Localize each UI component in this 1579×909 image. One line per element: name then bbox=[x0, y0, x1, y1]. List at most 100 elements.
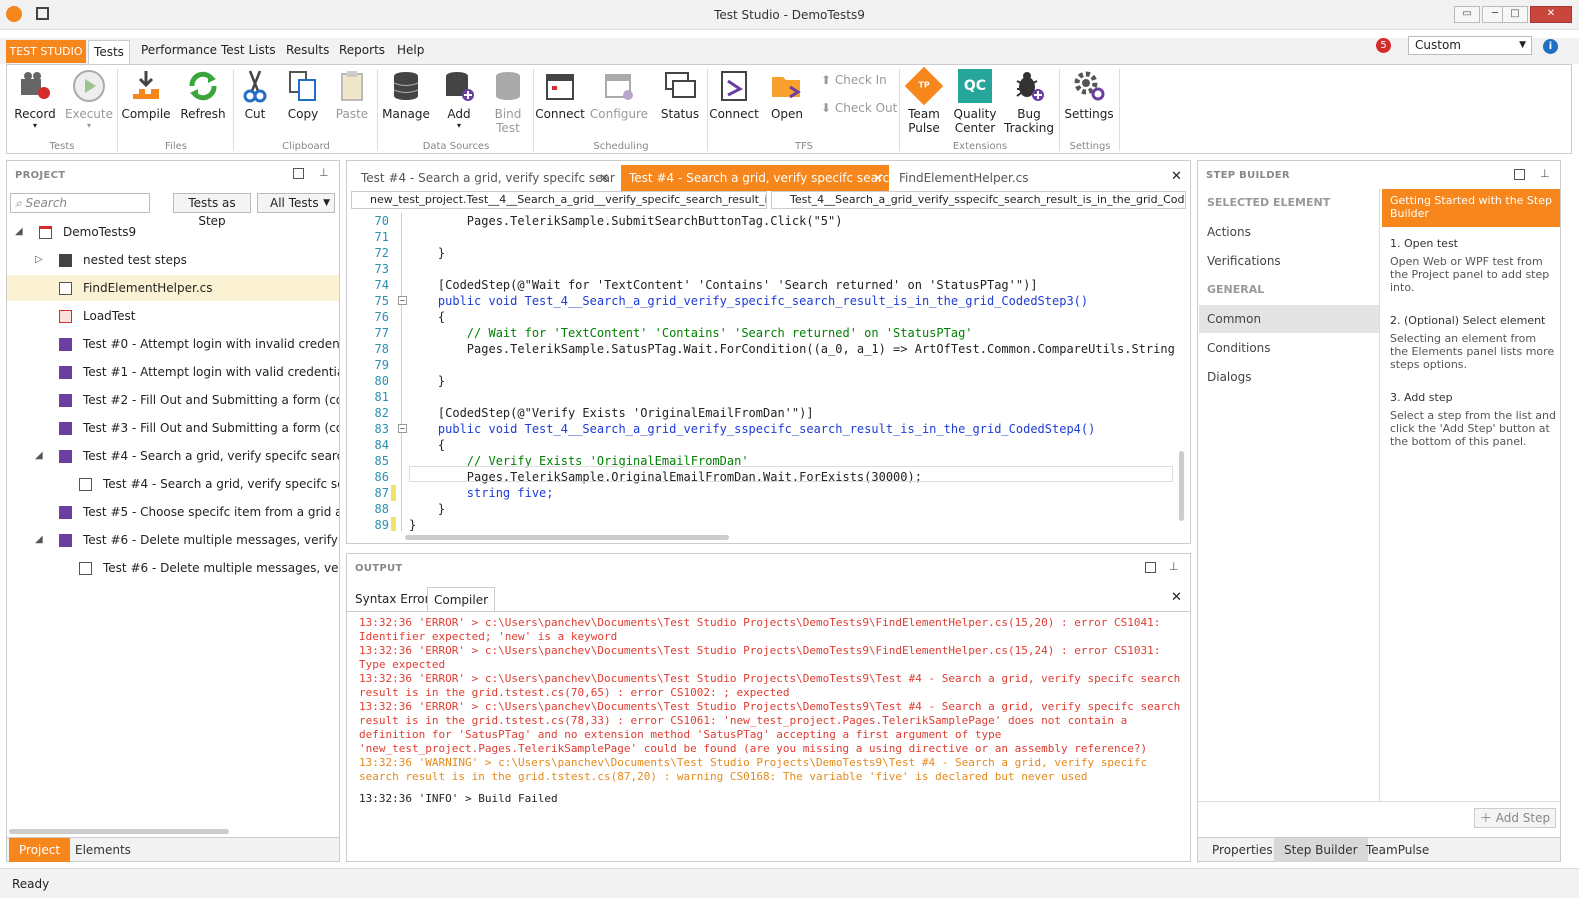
collapse-icon[interactable]: ◢ bbox=[15, 219, 23, 245]
code-area[interactable]: 70 Pages.TelerikSample.SubmitSearchButto… bbox=[347, 213, 1177, 531]
tab-compiler[interactable]: Compiler bbox=[427, 587, 496, 611]
status-button[interactable]: Status bbox=[655, 69, 705, 121]
code-line: 89} bbox=[347, 517, 1177, 531]
class-combo[interactable]: new_test_project.Test__4__Search_a_grid_… bbox=[351, 191, 767, 209]
expand-icon[interactable]: ▷ bbox=[35, 247, 43, 273]
pin-icon[interactable]: ⊥ bbox=[1169, 560, 1179, 573]
pin-icon[interactable]: ⊥ bbox=[319, 166, 329, 179]
tab-step-builder[interactable]: Step Builder bbox=[1274, 838, 1368, 862]
tab-help[interactable]: Help bbox=[397, 43, 424, 57]
search-input[interactable]: Search bbox=[26, 196, 68, 210]
tab-project[interactable]: Project bbox=[9, 838, 71, 862]
float-panel-icon[interactable] bbox=[1145, 562, 1156, 573]
tree-item-project-root[interactable]: ◢ DemoTests9 bbox=[7, 219, 339, 245]
copy-button[interactable]: Copy bbox=[279, 69, 327, 121]
tree-item-folder[interactable]: ▷ nested test steps bbox=[7, 247, 339, 273]
quality-center-button[interactable]: QC Quality Center bbox=[949, 69, 1001, 135]
test-filter-select[interactable]: All Tests ▼ bbox=[257, 193, 335, 213]
tfs-connect-button[interactable]: Connect bbox=[709, 69, 759, 121]
close-button[interactable]: ✕ bbox=[1530, 6, 1572, 23]
tab-test-lists[interactable]: Test Lists bbox=[221, 43, 276, 57]
manage-button[interactable]: Manage bbox=[379, 69, 433, 121]
tree-item-test[interactable]: Test #5 - Choose specifc item from a gri… bbox=[7, 499, 339, 525]
info-icon[interactable]: i bbox=[1543, 39, 1558, 54]
tab-performance[interactable]: Performance bbox=[141, 43, 217, 57]
tree-item-test[interactable]: Test #1 - Attempt login with valid crede… bbox=[7, 359, 339, 385]
tab-teampulse[interactable]: TeamPulse bbox=[1356, 838, 1439, 862]
close-all-icon[interactable]: ✕ bbox=[1171, 169, 1182, 184]
tree-item-test[interactable]: ◢ Test #6 - Delete multiple messages, ver… bbox=[7, 527, 339, 553]
doc-tab-test4-active[interactable]: Test #4 - Search a grid, verify specifc … bbox=[621, 165, 889, 191]
compile-button[interactable]: Compile bbox=[119, 69, 173, 121]
web-test-icon bbox=[59, 422, 72, 435]
record-button[interactable]: Record ▾ bbox=[9, 69, 61, 130]
line-number: 71 bbox=[374, 230, 389, 244]
tree-item-test[interactable]: ◢ Test #4 - Search a grid, verify specifc… bbox=[7, 443, 339, 469]
tree-item-code-file[interactable]: Test #6 - Delete multiple messages, veri… bbox=[7, 555, 339, 581]
tree-item-test[interactable]: Test #2 - Fill Out and Submitting a form… bbox=[7, 387, 339, 413]
category-verifications[interactable]: Verifications bbox=[1199, 247, 1379, 275]
notification-badge[interactable]: 5 bbox=[1376, 38, 1391, 53]
horizontal-scrollbar[interactable] bbox=[9, 829, 229, 834]
line-number: 83 bbox=[374, 422, 389, 436]
collapse-icon[interactable]: ◢ bbox=[35, 443, 43, 469]
category-conditions[interactable]: Conditions bbox=[1199, 334, 1379, 362]
tab-properties[interactable]: Properties bbox=[1202, 838, 1283, 862]
doc-tab-findelementhelper[interactable]: FindElementHelper.cs bbox=[891, 165, 1031, 191]
cut-button[interactable]: Cut bbox=[235, 69, 275, 121]
float-panel-icon[interactable] bbox=[293, 168, 304, 179]
check-out-button[interactable]: ⬇ Check Out bbox=[821, 101, 897, 115]
tree-item-file[interactable]: FindElementHelper.cs bbox=[7, 275, 339, 301]
tests-as-step-button[interactable]: Tests as Step bbox=[173, 193, 251, 228]
category-common[interactable]: Common bbox=[1199, 305, 1379, 333]
line-number: 77 bbox=[374, 326, 389, 340]
category-actions[interactable]: Actions bbox=[1199, 218, 1379, 246]
check-in-button[interactable]: ⬆ Check In bbox=[821, 73, 887, 87]
tfs-open-button[interactable]: Open bbox=[763, 69, 811, 121]
code-text: Pages.TelerikSample.SatusPTag.Wait.ForCo… bbox=[409, 342, 1175, 356]
bug-tracking-button[interactable]: Bug Tracking bbox=[1003, 69, 1055, 135]
refresh-button[interactable]: Refresh bbox=[175, 69, 231, 121]
doc-tab-test4-a[interactable]: Test #4 - Search a grid, verify specifc … bbox=[353, 165, 615, 191]
close-icon[interactable]: ✕ bbox=[599, 165, 609, 191]
code-text: { bbox=[409, 438, 446, 452]
tab-tests[interactable]: Tests bbox=[88, 40, 130, 64]
paste-button[interactable]: Paste bbox=[329, 69, 375, 121]
execute-button[interactable]: Execute ▾ bbox=[63, 69, 115, 130]
vertical-scrollbar[interactable] bbox=[1179, 451, 1184, 521]
tab-results[interactable]: Results bbox=[286, 43, 329, 57]
tree-item-test[interactable]: Test #0 - Attempt login with invalid cre… bbox=[7, 331, 339, 357]
collapse-icon[interactable]: − bbox=[398, 296, 407, 305]
collapse-icon[interactable]: ◢ bbox=[35, 527, 43, 553]
team-pulse-button[interactable]: TP Team Pulse bbox=[901, 66, 947, 135]
horizontal-scrollbar[interactable] bbox=[405, 535, 729, 540]
bind-test-button[interactable]: Bind Test bbox=[485, 69, 531, 135]
code-text: [CodedStep(@"Wait for 'TextContent' 'Con… bbox=[409, 278, 1038, 292]
project-search-box[interactable]: ⌕ Search bbox=[10, 193, 150, 213]
settings-button[interactable]: Settings bbox=[1061, 69, 1117, 121]
restore-layout-button[interactable]: ▭ bbox=[1454, 6, 1480, 23]
line-number: 75 bbox=[374, 294, 389, 308]
add-data-source-button[interactable]: Add ▾ bbox=[435, 69, 483, 130]
tab-elements[interactable]: Elements bbox=[65, 838, 141, 862]
close-icon[interactable]: ✕ bbox=[1171, 590, 1182, 605]
maximize-button[interactable]: □ bbox=[1502, 6, 1528, 23]
tree-item-test[interactable]: Test #3 - Fill Out and Submitting a form… bbox=[7, 415, 339, 441]
category-dialogs[interactable]: Dialogs bbox=[1199, 363, 1379, 391]
close-icon[interactable]: ✕ bbox=[873, 165, 883, 191]
group-extensions: Extensions bbox=[952, 141, 1008, 152]
pin-icon[interactable]: ⊥ bbox=[1540, 167, 1550, 180]
tree-item-code-file[interactable]: Test #4 - Search a grid, verify specifc … bbox=[7, 471, 339, 497]
configure-button[interactable]: Configure bbox=[587, 69, 651, 121]
scheduling-connect-button[interactable]: Connect bbox=[535, 69, 585, 121]
collapse-icon[interactable]: − bbox=[398, 424, 407, 433]
tree-item-loadtest[interactable]: LoadTest bbox=[7, 303, 339, 329]
member-combo[interactable]: Test_4__Search_a_grid_verify_sspecifc_se… bbox=[771, 191, 1186, 209]
calendar-icon bbox=[39, 226, 52, 239]
float-panel-icon[interactable] bbox=[1514, 169, 1525, 180]
app-menu-button[interactable]: TEST STUDIO bbox=[6, 40, 86, 63]
layout-select[interactable]: Custom ▼ bbox=[1408, 36, 1532, 55]
add-step-button[interactable]: ＋ Add Step bbox=[1474, 808, 1556, 828]
tab-reports[interactable]: Reports bbox=[339, 43, 385, 57]
output-panel-header: OUTPUT bbox=[355, 563, 403, 574]
